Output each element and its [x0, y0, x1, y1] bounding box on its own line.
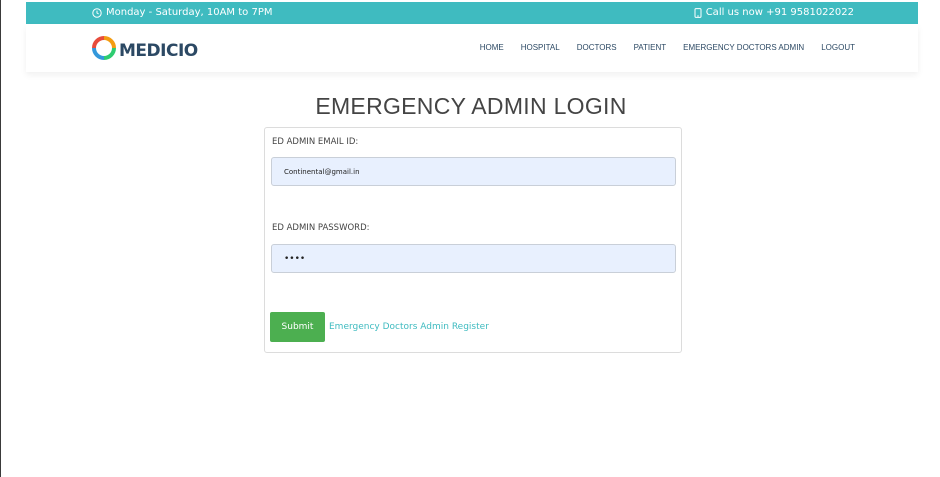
- register-link[interactable]: Emergency Doctors Admin Register: [329, 322, 489, 332]
- site-header: MEDICIO HOME HOSPITAL DOCTORS PATIENT EM…: [26, 24, 918, 72]
- nav-home[interactable]: HOME: [480, 43, 504, 52]
- contact-phone-text: Call us now +91 9581022022: [705, 7, 854, 18]
- nav-emergency-doctors-admin[interactable]: EMERGENCY DOCTORS ADMIN: [683, 43, 804, 52]
- email-field[interactable]: [271, 157, 676, 186]
- nav-patient[interactable]: PATIENT: [634, 43, 667, 52]
- main-nav: HOME HOSPITAL DOCTORS PATIENT EMERGENCY …: [480, 43, 855, 52]
- business-hours-text: Monday - Saturday, 10AM to 7PM: [106, 7, 273, 18]
- login-form: ED ADMIN EMAIL ID: ED ADMIN PASSWORD: Su…: [264, 127, 682, 353]
- business-hours: Monday - Saturday, 10AM to 7PM: [92, 7, 272, 18]
- ring-logo-icon: [92, 36, 116, 65]
- nav-hospital[interactable]: HOSPITAL: [521, 43, 560, 52]
- brand-logo[interactable]: MEDICIO: [92, 36, 198, 65]
- nav-doctors[interactable]: DOCTORS: [577, 43, 617, 52]
- password-field[interactable]: [271, 244, 676, 273]
- password-label: ED ADMIN PASSWORD:: [272, 223, 370, 233]
- phone-icon: [694, 7, 702, 18]
- submit-button[interactable]: Submit: [270, 312, 325, 342]
- page-title: EMERGENCY ADMIN LOGIN: [315, 93, 627, 119]
- nav-logout[interactable]: LOGOUT: [821, 43, 855, 52]
- browser-viewport: Monday - Saturday, 10AM to 7PM Call us n…: [0, 0, 940, 477]
- brand-name: MEDICIO: [119, 40, 198, 61]
- contact-phone: Call us now +91 9581022022: [694, 7, 854, 18]
- email-label: ED ADMIN EMAIL ID:: [272, 137, 359, 147]
- clock-icon: [92, 7, 102, 18]
- top-info-bar: Monday - Saturday, 10AM to 7PM Call us n…: [26, 2, 918, 24]
